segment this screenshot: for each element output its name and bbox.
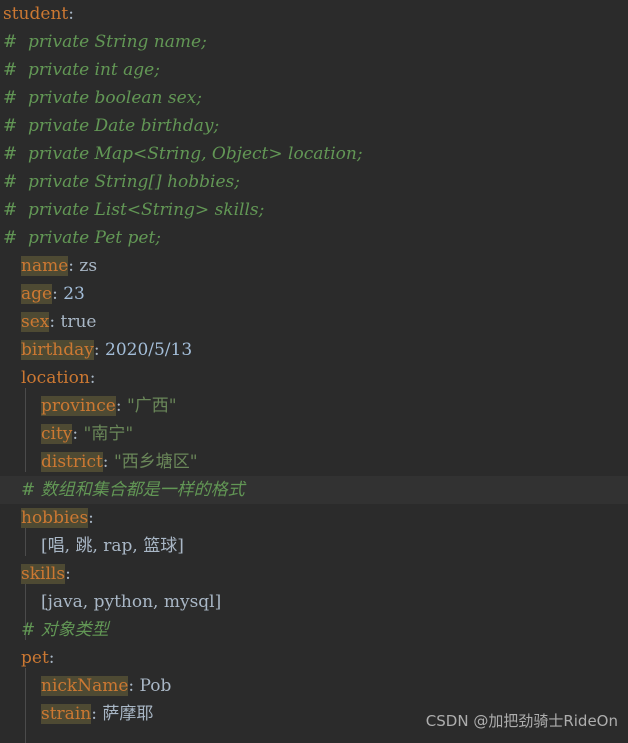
csdn-watermark: CSDN @加把劲骑士RideOn	[425, 712, 618, 730]
comment-text: # 数组和集合都是一样的格式	[21, 480, 245, 500]
yaml-value-birthday: 2020/5/13	[105, 340, 193, 360]
yaml-key-province: province	[41, 396, 116, 416]
comment-text: # private Map<String, Object> location;	[3, 144, 363, 164]
code-line-comment[interactable]: # private String name;	[0, 28, 628, 56]
comment-text: # 对象类型	[21, 620, 109, 640]
code-line-comment[interactable]: # private Pet pet;	[0, 224, 628, 252]
yaml-key-location: location	[21, 368, 90, 388]
code-line-comment-current[interactable]: # 数组和集合都是一样的格式	[0, 476, 628, 504]
comment-text: # private boolean sex;	[3, 88, 202, 108]
yaml-value-strain: 萨摩耶	[102, 704, 154, 724]
yaml-value-sex: true	[60, 312, 97, 332]
yaml-value-city: "南宁"	[83, 424, 134, 444]
code-line-comment[interactable]: # private String[] hobbies;	[0, 168, 628, 196]
code-line-sex[interactable]: sex: true	[0, 308, 628, 336]
yaml-value-hobbies: [唱, 跳, rap, 篮球]	[41, 536, 184, 556]
code-line-student[interactable]: student:	[0, 0, 628, 28]
yaml-key-district: district	[41, 452, 103, 472]
comment-text: # private String name;	[3, 32, 207, 52]
yaml-value-nickname: Pob	[139, 676, 172, 696]
colon: :	[68, 4, 74, 24]
yaml-value-skills: [java, python, mysql]	[41, 592, 222, 612]
yaml-key-nickname: nickName	[41, 676, 129, 696]
comment-text: # private String[] hobbies;	[3, 172, 240, 192]
yaml-key-birthday: birthday	[21, 340, 94, 360]
code-editor[interactable]: student: # private String name; # privat…	[0, 0, 628, 743]
code-line-comment[interactable]: # private List<String> skills;	[0, 196, 628, 224]
colon: :	[88, 508, 94, 528]
colon: :	[65, 564, 71, 584]
code-line-comment[interactable]: # private Date birthday;	[0, 112, 628, 140]
yaml-value-district: "西乡塘区"	[113, 452, 198, 472]
yaml-value-province: "广西"	[126, 396, 177, 416]
colon: :	[89, 368, 96, 388]
yaml-key-skills: skills	[21, 564, 66, 584]
code-line-nickname[interactable]: nickName: Pob	[0, 672, 628, 700]
yaml-key-strain: strain	[41, 704, 92, 724]
yaml-key-pet: pet	[21, 648, 49, 668]
yaml-value-name: zs	[79, 256, 98, 276]
code-line-city[interactable]: city: "南宁"	[0, 420, 628, 448]
yaml-key-sex: sex	[21, 312, 50, 332]
comment-text: # private Pet pet;	[3, 228, 162, 248]
code-line-skills[interactable]: skills:	[0, 560, 628, 588]
code-line-comment[interactable]: # private boolean sex;	[0, 84, 628, 112]
code-line-comment[interactable]: # 对象类型	[0, 616, 628, 644]
code-line-birthday[interactable]: birthday: 2020/5/13	[0, 336, 628, 364]
yaml-key-hobbies: hobbies	[21, 508, 89, 528]
colon: :	[48, 648, 55, 668]
code-line-hobbies-value[interactable]: [唱, 跳, rap, 篮球]	[0, 532, 628, 560]
code-line-location[interactable]: location:	[0, 364, 628, 392]
code-line-district[interactable]: district: "西乡塘区"	[0, 448, 628, 476]
comment-text: # private int age;	[3, 60, 160, 80]
yaml-key-name: name	[21, 256, 69, 276]
code-line-pet[interactable]: pet:	[0, 644, 628, 672]
code-line-comment[interactable]: # private Map<String, Object> location;	[0, 140, 628, 168]
code-line-comment[interactable]: # private int age;	[0, 56, 628, 84]
yaml-value-age: 23	[63, 284, 85, 304]
code-line-name[interactable]: name: zs	[0, 252, 628, 280]
yaml-key-age: age	[21, 284, 53, 304]
comment-text: # private List<String> skills;	[3, 200, 265, 220]
comment-text: # private Date birthday;	[3, 116, 220, 136]
code-line-province[interactable]: province: "广西"	[0, 392, 628, 420]
code-line-age[interactable]: age: 23	[0, 280, 628, 308]
yaml-key-student: student	[3, 4, 69, 24]
yaml-key-city: city	[41, 424, 73, 444]
code-line-skills-value[interactable]: [java, python, mysql]	[0, 588, 628, 616]
code-line-hobbies[interactable]: hobbies:	[0, 504, 628, 532]
